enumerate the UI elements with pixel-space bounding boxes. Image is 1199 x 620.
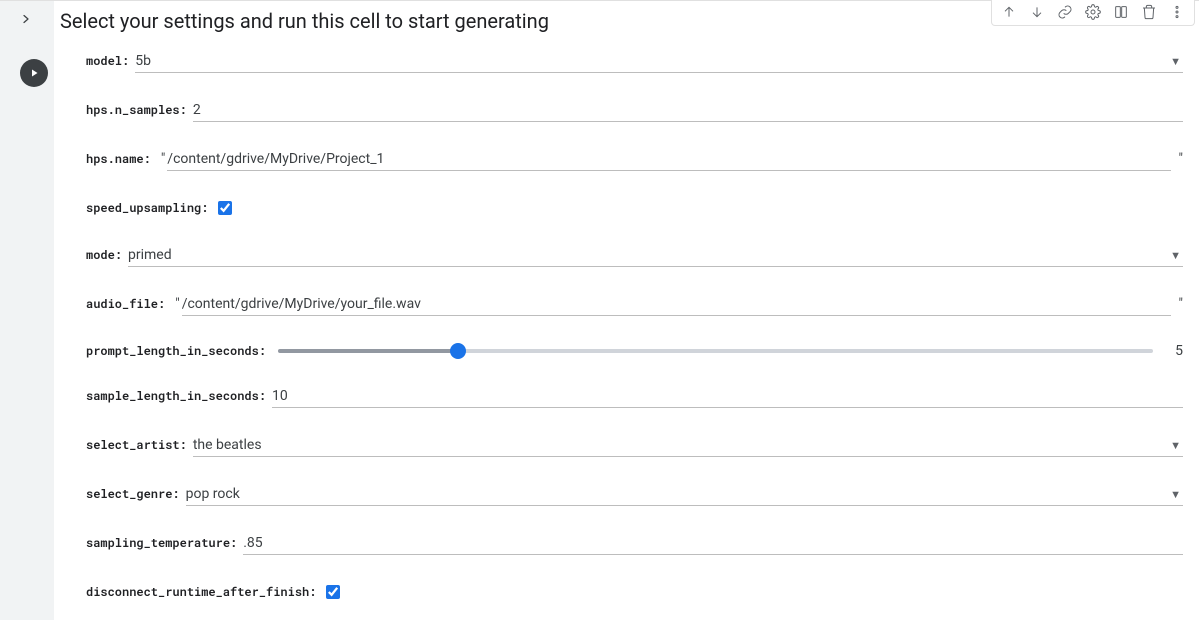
mode-select[interactable]: primed — [128, 245, 1183, 267]
label-hps-name: hps.name: — [86, 151, 157, 167]
speed-upsampling-checkbox[interactable] — [218, 201, 232, 215]
label-select-genre: select_genre: — [86, 486, 186, 502]
sample-length-input[interactable] — [272, 386, 1183, 408]
label-n-samples: hps.n_samples: — [86, 102, 193, 118]
gear-icon[interactable] — [1084, 3, 1102, 21]
field-audio-file: audio_file: " " — [86, 294, 1183, 316]
label-sample-length: sample_length_in_seconds: — [86, 388, 272, 404]
field-prompt-length: prompt_length_in_seconds: 5 — [86, 343, 1183, 359]
label-model: model: — [86, 53, 135, 69]
label-sampling-temperature: sampling_temperature: — [86, 535, 243, 551]
quote-icon: " — [1179, 296, 1183, 312]
select-genre-select[interactable]: pop rock — [186, 484, 1183, 506]
field-hps-name: hps.name: " " — [86, 149, 1183, 171]
quote-icon: " — [1179, 151, 1183, 167]
field-speed-upsampling: speed_upsampling: — [86, 198, 1183, 218]
label-mode: mode: — [86, 247, 128, 263]
label-audio-file: audio_file: — [86, 296, 171, 312]
run-cell-button[interactable] — [20, 59, 48, 87]
quote-icon: " — [157, 151, 165, 167]
field-model: model: 5b ▼ — [86, 51, 1183, 73]
model-select[interactable]: 5b — [135, 51, 1183, 73]
mirror-icon[interactable] — [1112, 3, 1130, 21]
sampling-temperature-input[interactable] — [243, 533, 1183, 555]
field-n-samples: hps.n_samples: — [86, 100, 1183, 122]
arrow-down-icon[interactable] — [1028, 3, 1046, 21]
label-select-artist: select_artist: — [86, 437, 193, 453]
select-artist-select[interactable]: the beatles — [193, 435, 1183, 457]
field-sampling-temperature: sampling_temperature: — [86, 533, 1183, 555]
hps-name-input[interactable] — [167, 149, 1170, 171]
disconnect-checkbox[interactable] — [326, 585, 340, 599]
cell: Select your settings and run this cell t… — [0, 0, 1199, 620]
arrow-up-icon[interactable] — [1000, 3, 1018, 21]
field-select-genre: select_genre: pop rock ▼ — [86, 484, 1183, 506]
trash-icon[interactable] — [1140, 3, 1158, 21]
n-samples-input[interactable] — [193, 100, 1183, 122]
gutter — [0, 1, 54, 620]
cell-toolbar — [991, 0, 1195, 26]
audio-file-input[interactable] — [182, 294, 1171, 316]
prompt-length-value: 5 — [1155, 343, 1183, 359]
form-fields: model: 5b ▼ hps.n_samples: hps.name: " — [54, 51, 1199, 602]
field-disconnect: disconnect_runtime_after_finish: — [86, 582, 1183, 602]
chevron-down-icon: ▼ — [1170, 439, 1181, 452]
label-disconnect: disconnect_runtime_after_finish: — [86, 584, 322, 600]
more-vert-icon[interactable] — [1168, 3, 1186, 21]
link-icon[interactable] — [1056, 3, 1074, 21]
field-select-artist: select_artist: the beatles ▼ — [86, 435, 1183, 457]
quote-icon: " — [171, 296, 179, 312]
field-sample-length: sample_length_in_seconds: — [86, 386, 1183, 408]
label-prompt-length: prompt_length_in_seconds: — [86, 343, 272, 359]
expand-chevron-icon[interactable] — [20, 9, 32, 30]
chevron-down-icon: ▼ — [1170, 249, 1181, 262]
label-speed-upsampling: speed_upsampling: — [86, 200, 214, 216]
prompt-length-slider[interactable] — [278, 349, 1153, 353]
chevron-down-icon: ▼ — [1170, 55, 1181, 68]
field-mode: mode: primed ▼ — [86, 245, 1183, 267]
cell-body: Select your settings and run this cell t… — [54, 1, 1199, 620]
chevron-down-icon: ▼ — [1170, 488, 1181, 501]
